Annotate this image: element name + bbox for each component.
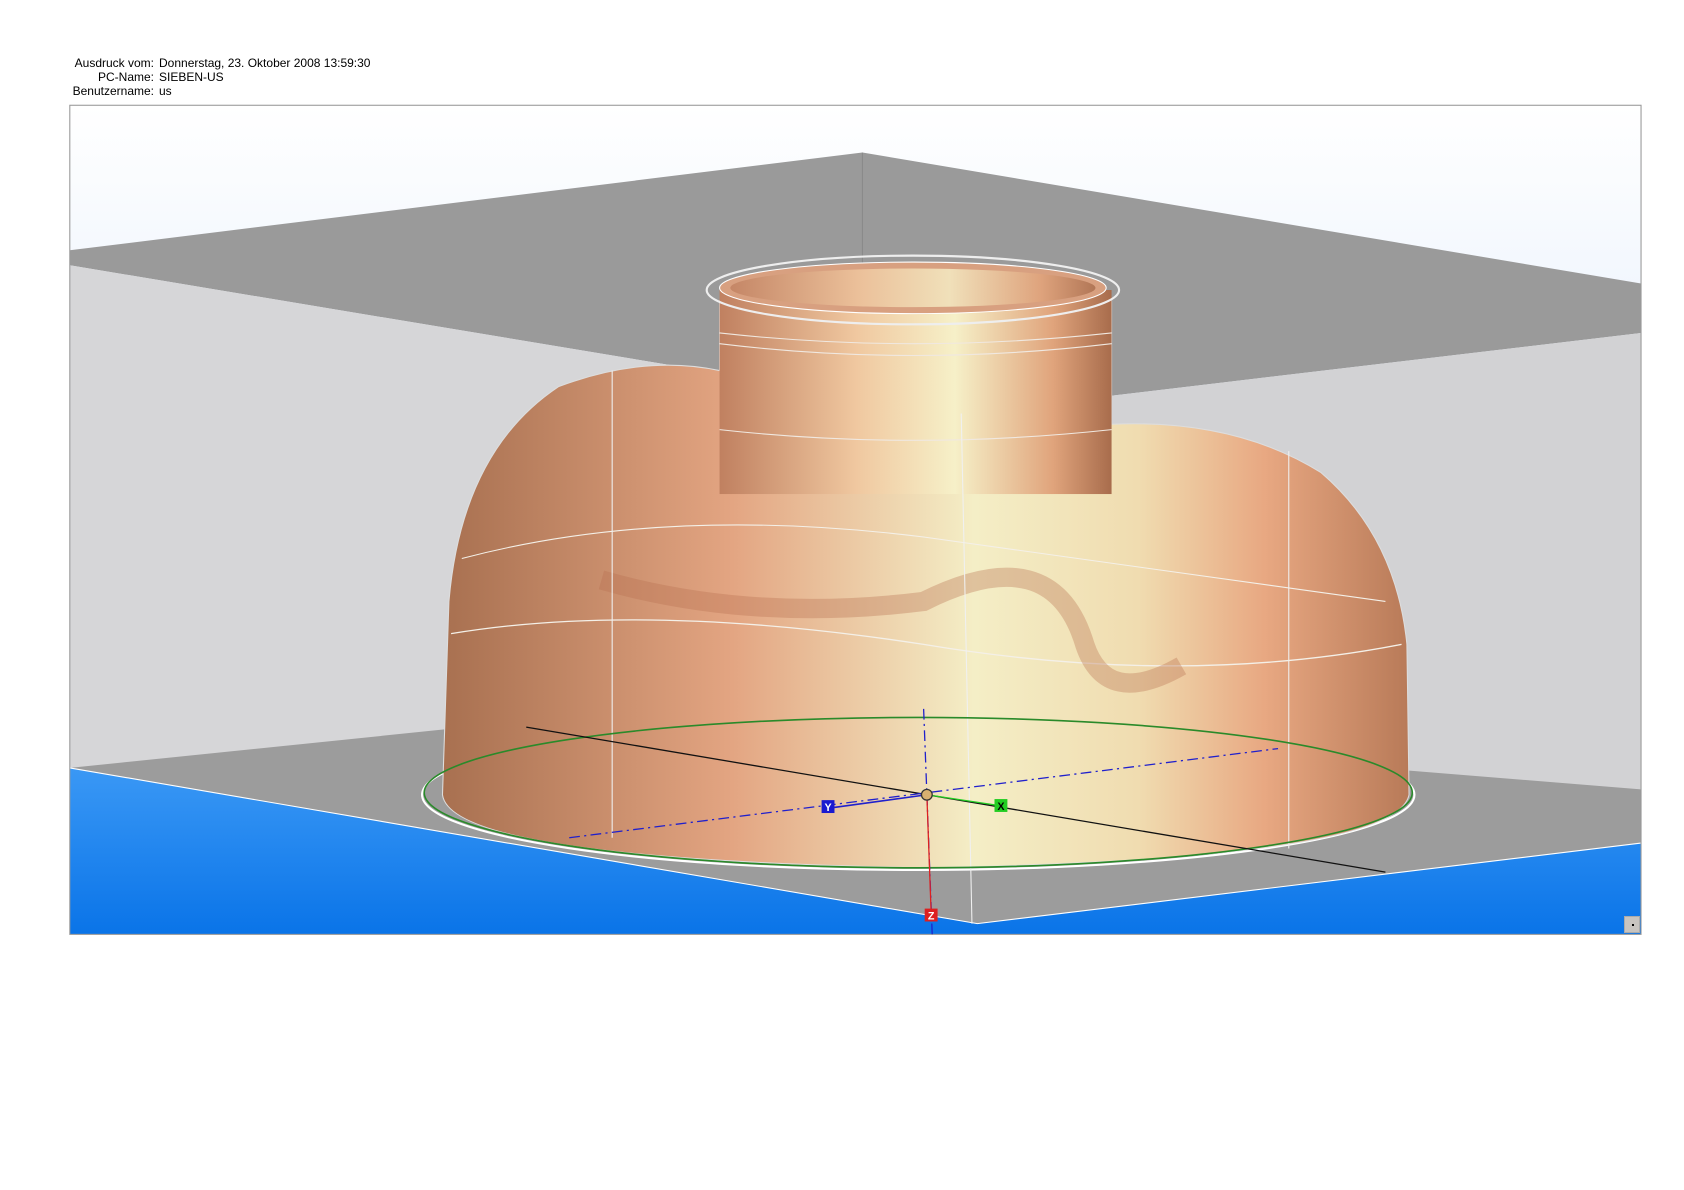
axis-y-label: Y xyxy=(821,800,835,814)
origin-marker[interactable] xyxy=(920,788,933,801)
svg-text:Z: Z xyxy=(928,910,935,922)
viewport-corner-button[interactable] xyxy=(1624,916,1640,933)
3d-viewport[interactable]: Y X Z xyxy=(0,0,1684,1190)
svg-text:Y: Y xyxy=(824,802,831,814)
axis-x-label: X xyxy=(994,799,1008,813)
axis-z-label: Z xyxy=(924,908,938,922)
svg-text:X: X xyxy=(997,801,1005,813)
